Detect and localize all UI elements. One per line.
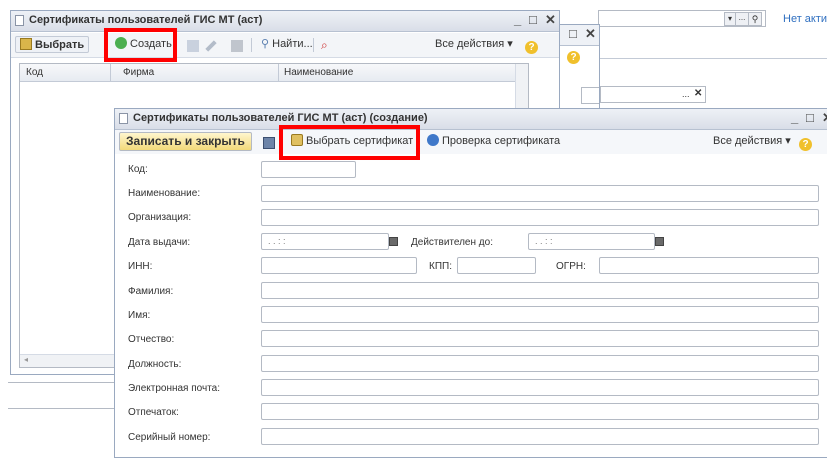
- list-toolbar: Выбрать Создать ⚲ Найти... ⌕ Все действи…: [11, 33, 559, 58]
- scroll-left-icon[interactable]: ◂: [24, 355, 28, 364]
- document-icon: [15, 15, 24, 26]
- name-label: Наименование:: [128, 188, 201, 199]
- kpp-label: КПП:: [429, 261, 452, 272]
- list-window-title: Сертификаты пользователей ГИС МТ (аст): [29, 14, 263, 26]
- list-window-titlebar: Сертификаты пользователей ГИС МТ (аст) _…: [11, 11, 559, 32]
- highlight-create-button: [104, 28, 177, 62]
- close-icon[interactable]: ✕: [545, 13, 556, 27]
- help-icon[interactable]: ?: [799, 136, 812, 151]
- email-field[interactable]: [261, 379, 819, 396]
- column-divider: [110, 64, 111, 81]
- toolbar-separator: [251, 38, 252, 52]
- create-window-titlebar: Сертификаты пользователей ГИС МТ (аст) (…: [115, 109, 827, 130]
- inn-label: ИНН:: [128, 261, 153, 272]
- help-icon[interactable]: ?: [525, 39, 538, 54]
- highlight-choose-certificate-button: [279, 125, 420, 160]
- serial-number-field[interactable]: [261, 428, 819, 445]
- edit-icon[interactable]: [205, 40, 217, 52]
- table-header: Код Фирма Наименование: [20, 64, 528, 82]
- patronymic-field[interactable]: [261, 330, 819, 347]
- ellipsis-button[interactable]: ...: [735, 12, 749, 26]
- maximize-icon[interactable]: □: [569, 27, 577, 41]
- organization-field[interactable]: [261, 209, 819, 226]
- background-field-2[interactable]: [600, 86, 706, 103]
- save-icon[interactable]: [263, 137, 275, 149]
- serial-number-label: Серийный номер:: [128, 432, 211, 443]
- issue-date-field[interactable]: . . : :: [261, 233, 389, 250]
- find-button[interactable]: ⚲ Найти...: [257, 36, 317, 53]
- column-divider: [278, 64, 279, 81]
- close-icon[interactable]: ✕: [585, 27, 596, 41]
- organization-label: Организация:: [128, 212, 192, 223]
- certificate-create-window: Сертификаты пользователей ГИС МТ (аст) (…: [114, 108, 827, 458]
- clear-icon[interactable]: ✕: [694, 88, 702, 99]
- column-header-firm[interactable]: Фирма: [123, 67, 154, 78]
- inn-field[interactable]: [261, 257, 417, 274]
- search-icon: ⚲: [261, 38, 270, 50]
- minimize-icon[interactable]: _: [514, 13, 521, 27]
- document-icon: [119, 113, 128, 124]
- help-icon[interactable]: ?: [567, 49, 580, 64]
- search-icon[interactable]: ⚲: [748, 12, 762, 26]
- position-label: Должность:: [128, 359, 182, 370]
- delete-icon[interactable]: [231, 40, 243, 52]
- minimize-icon[interactable]: _: [791, 111, 798, 125]
- ogrn-field[interactable]: [599, 257, 819, 274]
- all-actions-menu[interactable]: Все действия ▾: [431, 36, 517, 53]
- ellipsis-button-2[interactable]: ...: [682, 89, 690, 99]
- column-header-code[interactable]: Код: [26, 67, 43, 78]
- middle-input-field[interactable]: [581, 87, 599, 104]
- toolbar-separator: [313, 38, 314, 52]
- code-field[interactable]: [261, 161, 356, 178]
- background-line: [8, 382, 114, 383]
- surname-field[interactable]: [261, 282, 819, 299]
- check-certificate-button[interactable]: Проверка сертификата: [423, 133, 564, 150]
- name-field[interactable]: [261, 185, 819, 202]
- maximize-icon[interactable]: □: [806, 111, 814, 125]
- column-header-name[interactable]: Наименование: [284, 67, 353, 78]
- kpp-field[interactable]: [457, 257, 536, 274]
- firstname-field[interactable]: [261, 306, 819, 323]
- maximize-icon[interactable]: □: [529, 13, 537, 27]
- no-active-link[interactable]: Нет акти: [783, 13, 827, 25]
- ogrn-label: ОГРН:: [556, 261, 586, 272]
- valid-to-label: Действителен до:: [411, 237, 493, 248]
- thumbprint-field[interactable]: [261, 403, 819, 420]
- close-icon[interactable]: ✕: [822, 111, 827, 125]
- firstname-label: Имя:: [128, 310, 151, 321]
- copy-icon[interactable]: [187, 40, 199, 52]
- issue-date-label: Дата выдачи:: [128, 237, 191, 248]
- create-window-title: Сертификаты пользователей ГИС МТ (аст) (…: [133, 112, 428, 124]
- email-label: Электронная почта:: [128, 383, 221, 394]
- save-and-close-button[interactable]: Записать и закрыть: [119, 132, 252, 151]
- valid-to-field[interactable]: . . : :: [528, 233, 655, 250]
- select-icon: [20, 38, 32, 50]
- create-toolbar: Записать и закрыть Выбрать сертификат Пр…: [115, 130, 827, 154]
- calendar-icon[interactable]: [389, 237, 398, 246]
- calendar-icon[interactable]: [655, 237, 664, 246]
- code-label: Код:: [128, 164, 148, 175]
- select-button[interactable]: Выбрать: [15, 36, 90, 53]
- check-icon: [427, 134, 439, 146]
- thumbprint-label: Отпечаток:: [128, 407, 179, 418]
- patronymic-label: Отчество:: [128, 334, 175, 345]
- separator-line: [598, 58, 827, 59]
- position-field[interactable]: [261, 355, 819, 372]
- background-line: [8, 408, 114, 409]
- cancel-search-icon[interactable]: ⌕: [321, 38, 328, 53]
- surname-label: Фамилия:: [128, 286, 174, 297]
- all-actions-menu[interactable]: Все действия ▾: [709, 133, 795, 150]
